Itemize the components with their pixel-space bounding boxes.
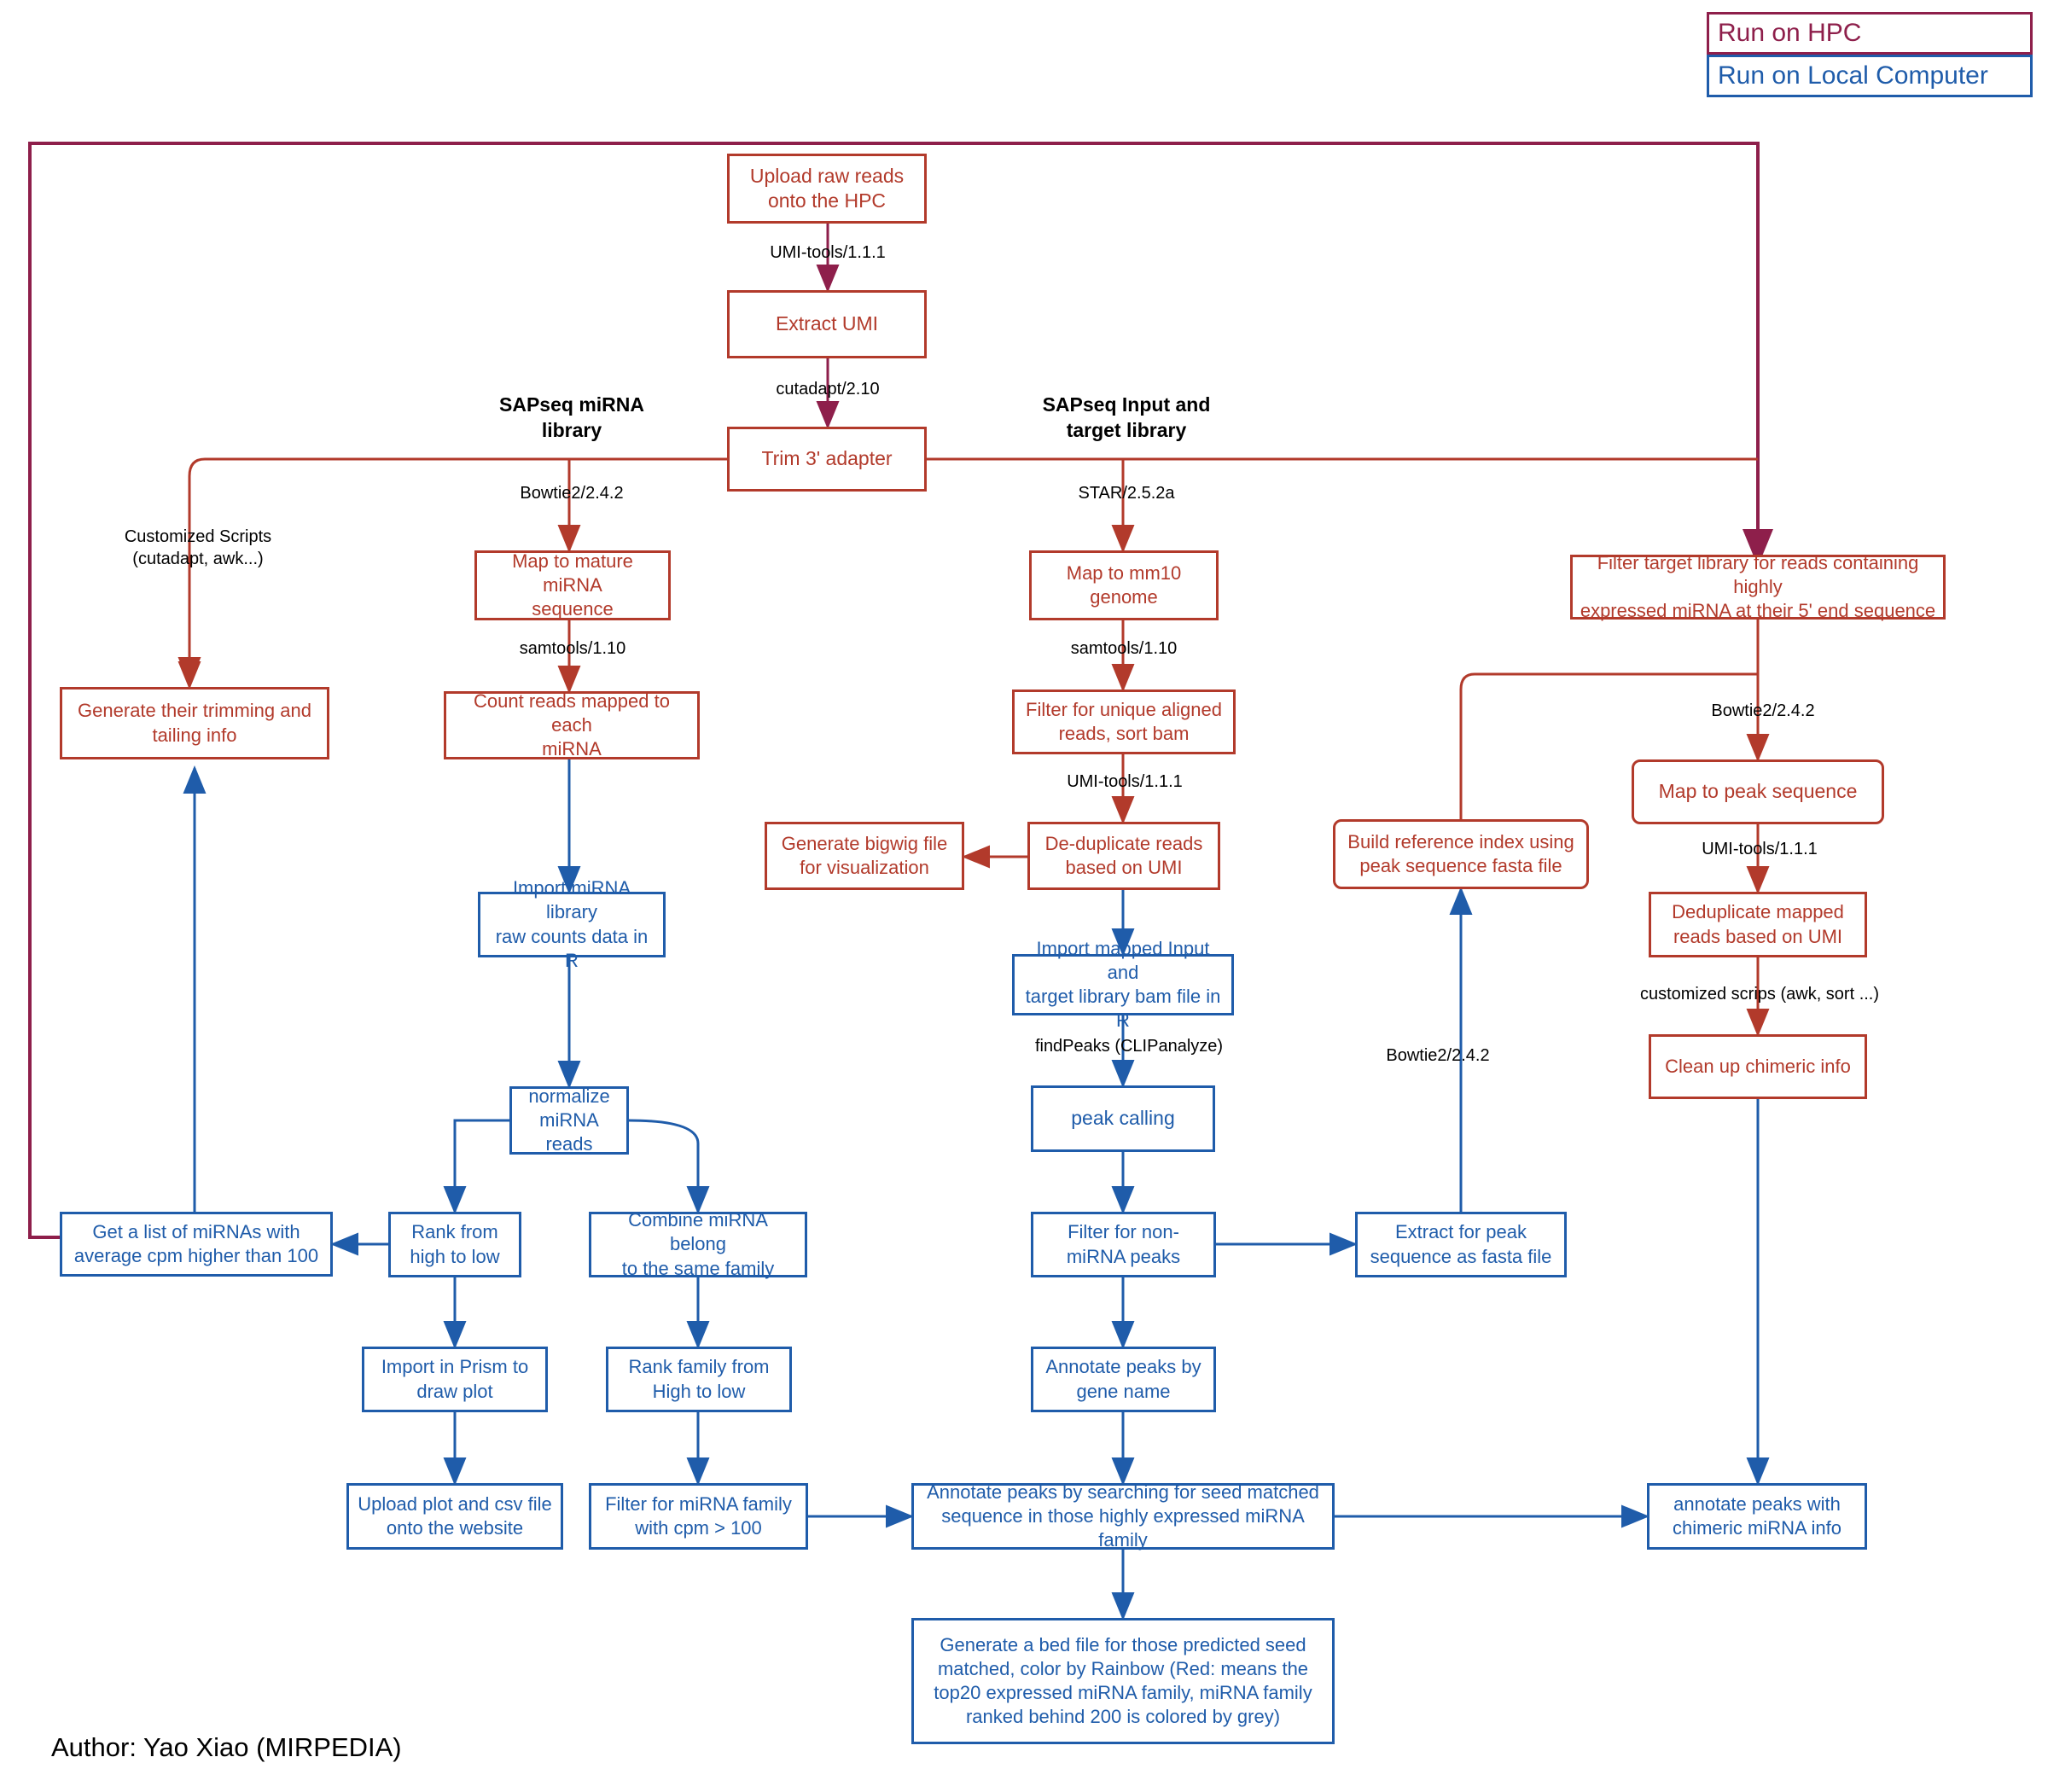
edge-label-customized-scripts: Customized Scripts (cutadapt, awk...) [124, 527, 272, 568]
node-extract-umi[interactable]: Extract UMI [727, 290, 927, 358]
node-label: Rank family from High to low [628, 1356, 770, 1402]
node-label: Map to mature miRNA sequence [512, 550, 633, 620]
node-label: Upload plot and csv file onto the websit… [358, 1492, 552, 1539]
edge-normalize-rank [443, 1119, 509, 1214]
node-generate-trimming-tailing-info[interactable]: Generate their trimming and tailing info [60, 687, 329, 759]
node-rank-family-from-high-to-low[interactable]: Rank family from High to low [606, 1347, 792, 1412]
node-label: Generate their trimming and tailing info [78, 700, 311, 746]
node-trim-3-adapter[interactable]: Trim 3' adapter [727, 427, 927, 492]
node-label: Rank from high to low [410, 1221, 500, 1267]
node-label: Extract UMI [775, 312, 879, 335]
edge-label-samtools-genome: samtools/1.10 [1070, 639, 1178, 658]
node-get-list-of-mirnas[interactable]: Get a list of miRNAs with average cpm hi… [60, 1212, 333, 1277]
edge-label-customized-scrips: customized scrips (awk, sort ...) [1639, 985, 1880, 1004]
edge-normalize-combine [628, 1119, 710, 1214]
author-credit: Author: Yao Xiao (MIRPEDIA) [51, 1732, 402, 1762]
node-filter-for-mirna-family-cpm[interactable]: Filter for miRNA family with cpm > 100 [589, 1483, 808, 1550]
node-label: Generate bigwig file for visualization [781, 832, 948, 878]
node-label: Trim 3' adapter [761, 447, 893, 470]
node-generate-bigwig-file-for-visualization[interactable]: Generate bigwig file for visualization [765, 822, 964, 890]
node-label: Map to peak sequence [1658, 780, 1858, 803]
node-label: Clean up chimeric info [1665, 1055, 1851, 1077]
edge-label-bowtie2-mature: Bowtie2/2.4.2 [520, 484, 624, 503]
section-title-mirna-library: SAPseq miRNA library [499, 393, 644, 441]
node-import-mirna-library-raw-counts[interactable]: Import miRNA library raw counts data in … [478, 877, 666, 971]
node-map-to-mm10-genome[interactable]: Map to mm10 genome [1029, 550, 1219, 620]
edge-label-cutadapt: cutadapt/2.10 [776, 380, 880, 399]
node-label: Import in Prism to draw plot [381, 1356, 529, 1402]
node-label: Filter target library for reads containi… [1580, 551, 1936, 622]
node-label: Map to mm10 genome [1066, 561, 1182, 608]
node-count-reads-mapped-to-each-mirna[interactable]: Count reads mapped to each miRNA [444, 689, 700, 760]
node-label: Filter for miRNA family with cpm > 100 [605, 1492, 792, 1539]
node-annotate-peaks-by-gene-name[interactable]: Annotate peaks by gene name [1031, 1347, 1216, 1412]
node-filter-target-library[interactable]: Filter target library for reads containi… [1570, 552, 1946, 621]
node-label: Import miRNA library raw counts data in … [495, 877, 649, 971]
node-label: Build reference index using peak sequenc… [1347, 830, 1574, 876]
node-label: normalize miRNA reads [528, 1085, 610, 1155]
node-filter-unique-aligned-reads-sort-bam[interactable]: Filter for unique aligned reads, sort ba… [1012, 689, 1236, 754]
node-label: annotate peaks with chimeric miRNA info [1672, 1492, 1842, 1539]
node-deduplicate-mapped-reads[interactable]: Deduplicate mapped reads based on UMI [1649, 892, 1867, 957]
node-label: Extract for peak sequence as fasta file [1370, 1221, 1552, 1267]
node-label: Count reads mapped to each miRNA [474, 689, 670, 760]
legend-local-label: Run on Local Computer [1718, 61, 1988, 90]
edge-label-umi-tools-3: UMI-tools/1.1.1 [1702, 840, 1818, 858]
node-label: Annotate peaks by gene name [1045, 1356, 1201, 1402]
node-label: Get a list of miRNAs with average cpm hi… [73, 1220, 319, 1266]
node-de-duplicate-reads-based-on-umi[interactable]: De-duplicate reads based on UMI [1027, 822, 1220, 890]
node-label: peak calling [1071, 1107, 1175, 1130]
legend-run-on-local: Run on Local Computer [1707, 55, 2033, 97]
node-upload-plot-and-csv-file[interactable]: Upload plot and csv file onto the websit… [346, 1483, 563, 1550]
edge-label-umi-tools-1: UMI-tools/1.1.1 [770, 243, 886, 262]
node-label: De-duplicate reads based on UMI [1044, 832, 1203, 878]
node-rank-from-high-to-low[interactable]: Rank from high to low [388, 1212, 521, 1277]
node-annotate-peaks-with-chimeric-mirna-info[interactable]: annotate peaks with chimeric miRNA info [1647, 1483, 1867, 1550]
node-normalize-mirna-reads[interactable]: normalize miRNA reads [509, 1085, 629, 1155]
edge-label-findpeaks: findPeaks (CLIPanalyze) [1034, 1037, 1224, 1056]
section-title-input-target-library: SAPseq Input and target library [1042, 393, 1211, 441]
node-combine-mirna-same-family[interactable]: Combine miRNA belong to the same family [589, 1209, 807, 1279]
node-label: Combine miRNA belong to the same family [621, 1209, 775, 1279]
legend-hpc-label: Run on HPC [1718, 19, 1862, 47]
node-map-to-peak-sequence[interactable]: Map to peak sequence [1632, 759, 1884, 824]
node-extract-peak-sequence-fasta[interactable]: Extract for peak sequence as fasta file [1355, 1212, 1567, 1277]
node-label: Upload raw reads onto the HPC [749, 164, 905, 212]
node-label: Annotate peaks by searching for seed mat… [927, 1481, 1319, 1551]
edge-label-umi-tools-2: UMI-tools/1.1.1 [1067, 772, 1183, 791]
node-generate-bed-file[interactable]: Generate a bed file for those predicted … [911, 1618, 1335, 1744]
node-import-in-prism-to-draw-plot[interactable]: Import in Prism to draw plot [362, 1347, 548, 1412]
edge-label-bowtie2-peak: Bowtie2/2.4.2 [1711, 701, 1815, 720]
node-map-to-mature-mirna-sequence[interactable]: Map to mature miRNA sequence [474, 550, 671, 620]
node-upload-raw-reads[interactable]: Upload raw reads onto the HPC [727, 154, 927, 224]
node-peak-calling[interactable]: peak calling [1031, 1085, 1215, 1152]
node-import-mapped-bam-in-r[interactable]: Import mapped Input and target library b… [1012, 938, 1234, 1031]
edge-label-samtools-mirna: samtools/1.10 [519, 639, 626, 658]
edge-label-bowtie2-buildref: Bowtie2/2.4.2 [1386, 1046, 1490, 1065]
edge-label-star: STAR/2.5.2a [1078, 484, 1175, 503]
node-label: Generate a bed file for those predicted … [934, 1633, 1312, 1728]
legend-run-on-hpc: Run on HPC [1707, 12, 2033, 55]
node-annotate-peaks-seed-matched[interactable]: Annotate peaks by searching for seed mat… [911, 1481, 1335, 1551]
node-label: Filter for non- miRNA peaks [1066, 1221, 1181, 1267]
node-clean-up-chimeric-info[interactable]: Clean up chimeric info [1649, 1034, 1867, 1099]
node-build-reference-index[interactable]: Build reference index using peak sequenc… [1333, 819, 1589, 889]
node-label: Deduplicate mapped reads based on UMI [1672, 901, 1844, 947]
node-label: Filter for unique aligned reads, sort ba… [1026, 698, 1222, 744]
node-filter-for-non-mirna-peaks[interactable]: Filter for non- miRNA peaks [1031, 1212, 1216, 1277]
node-label: Import mapped Input and target library b… [1025, 937, 1221, 1032]
